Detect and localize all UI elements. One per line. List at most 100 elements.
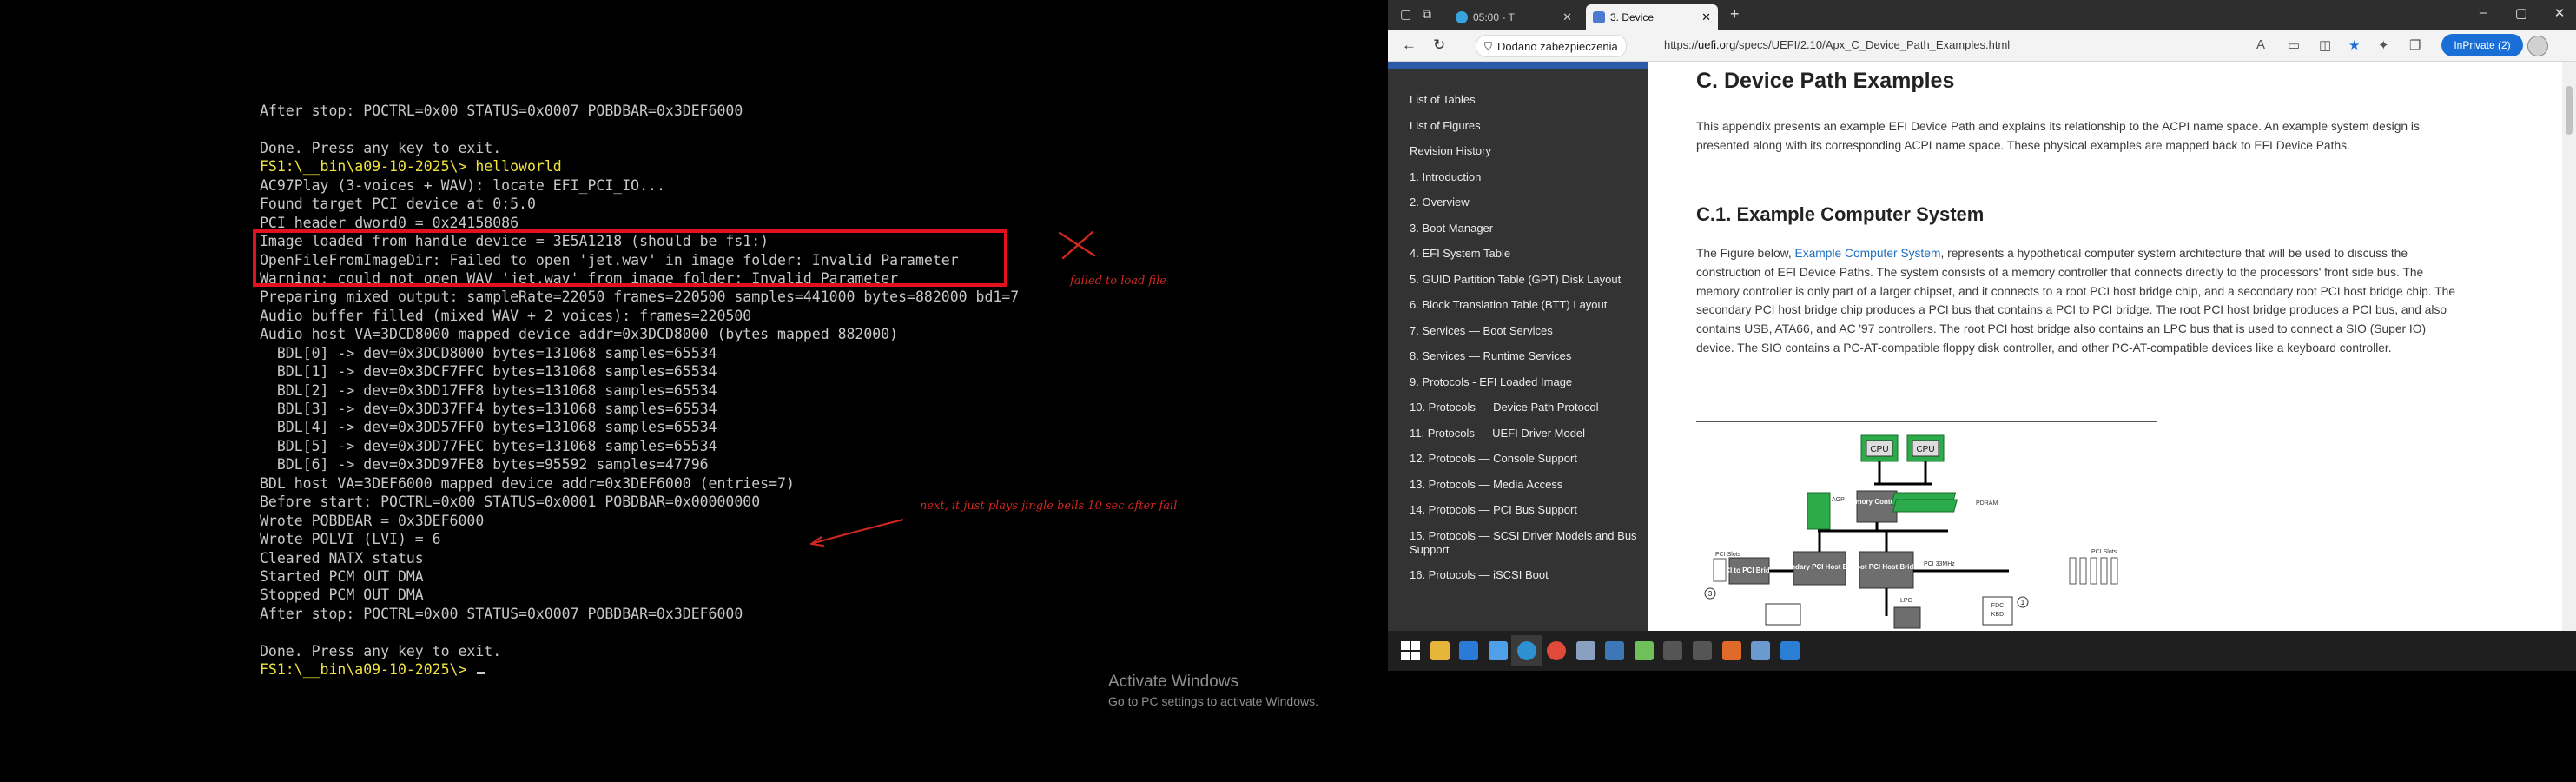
chrome-icon[interactable] — [1541, 635, 1572, 666]
terminal-line: BDL[6] -> dev=0x3DD97FE8 bytes=95592 sam… — [260, 456, 709, 474]
body-paragraph: The Figure below, Example Computer Syste… — [1696, 244, 2460, 358]
toc-item[interactable]: 12. Protocols — Console Support — [1410, 452, 1640, 466]
refresh-icon[interactable]: ↻ — [1433, 36, 1445, 54]
toc-item[interactable]: 16. Protocols — iSCSI Boot — [1410, 568, 1640, 582]
minimize-icon[interactable]: – — [2470, 5, 2496, 20]
close-tab-icon[interactable]: ✕ — [1562, 10, 1572, 24]
security-indicator[interactable]: ⛉ Dodano zabezpieczenia — [1476, 35, 1627, 57]
edge-browser-window: ▢ ⧉ 05:00 - T ✕ 3. Device ✕ + – ▢ ✕ ← ↻ … — [1388, 0, 2576, 631]
immersive-reader-icon[interactable]: ▭ — [2288, 37, 2300, 53]
activate-windows-watermark: Activate Windows Go to PC settings to ac… — [1108, 672, 1318, 710]
toc-item[interactable]: 15. Protocols — SCSI Driver Models and B… — [1410, 529, 1640, 557]
maximize-icon[interactable]: ▢ — [2508, 5, 2534, 21]
image-editor-icon[interactable] — [1628, 635, 1660, 666]
root-bridge-label: Root PCI Host Bridge — [1851, 563, 1922, 571]
section-title: C.1. Example Computer System — [1696, 203, 1985, 225]
toc-item[interactable]: 7. Services — Boot Services — [1410, 324, 1640, 338]
scrollbar-thumb[interactable] — [2566, 86, 2573, 135]
toc-item[interactable]: 5. GUID Partition Table (GPT) Disk Layou… — [1410, 273, 1640, 287]
tab-favicon-icon — [1593, 10, 1605, 23]
terminal-line: Preparing mixed output: sampleRate=22050… — [260, 288, 1020, 306]
read-aloud-icon[interactable]: A — [2256, 37, 2265, 52]
tab-favicon-icon — [1456, 10, 1468, 23]
red-arrow-icon — [810, 519, 904, 547]
back-icon[interactable]: ← — [1402, 36, 1417, 54]
terminal-line: Done. Press any key to exit. — [260, 139, 502, 156]
tab-bar: ▢ ⧉ 05:00 - T ✕ 3. Device ✕ + – ▢ ✕ — [1388, 0, 2576, 30]
terminal-icon-2[interactable] — [1687, 635, 1718, 666]
split-screen-icon[interactable]: ◫ — [2319, 37, 2331, 53]
activate-subtitle: Go to PC settings to activate Windows. — [1108, 694, 1318, 708]
toc-item[interactable]: List of Figures — [1410, 119, 1640, 133]
blue-book-icon[interactable] — [1745, 635, 1776, 666]
body-text-end: , represents a hypothetical computer sys… — [1696, 247, 2456, 355]
close-tab-icon[interactable]: ✕ — [1701, 10, 1711, 24]
tab-actions-icon[interactable]: ▢ — [1400, 7, 1411, 22]
toc-item[interactable]: 14. Protocols — PCI Bus Support — [1410, 503, 1640, 517]
callout-1: 1 — [2021, 599, 2025, 606]
toc-item[interactable]: 10. Protocols — Device Path Protocol — [1410, 401, 1640, 414]
url-field[interactable]: https://uefi.org/specs/UEFI/2.10/Apx_C_D… — [1664, 38, 2010, 51]
toc-item[interactable]: 6. Block Translation Table (BTT) Layout — [1410, 298, 1640, 312]
toc-item[interactable]: 9. Protocols - EFI Loaded Image — [1410, 375, 1640, 389]
app-search-icon[interactable] — [1483, 635, 1514, 666]
file-explorer-icon[interactable] — [1424, 635, 1456, 666]
toc-item[interactable]: 13. Protocols — Media Access — [1410, 478, 1640, 492]
figure-link[interactable]: Example Computer System — [1795, 247, 1941, 260]
terminal-line: BDL host VA=3DEF6000 mapped device addr=… — [260, 474, 795, 492]
terminal-line: Started PCM OUT DMA — [260, 567, 424, 585]
toc-item[interactable]: List of Tables — [1410, 93, 1640, 107]
favorite-star-icon[interactable]: ★ — [2348, 37, 2360, 53]
activate-title: Activate Windows — [1108, 673, 1238, 691]
pdram-label: PDRAM — [1976, 500, 1998, 507]
terminal-output: After stop: POCTRL=0x00 STATUS=0x0007 PO… — [260, 102, 1019, 679]
toc-item[interactable]: 4. EFI System Table — [1410, 247, 1640, 261]
page-scrollbar[interactable] — [2562, 62, 2576, 631]
terminal-line: FS1:\__bin\a09-10-2025\> — [260, 660, 1019, 679]
terminal-line: BDL[2] -> dev=0x3DD17FF8 bytes=131068 sa… — [260, 381, 717, 399]
toc-item[interactable]: 11. Protocols — UEFI Driver Model — [1410, 427, 1640, 441]
sidebar-accent-strip — [1388, 62, 1648, 69]
vscode-icon[interactable] — [1774, 635, 1806, 666]
tab-inactive[interactable]: 05:00 - T ✕ — [1449, 4, 1579, 30]
close-window-icon[interactable]: ✕ — [2546, 5, 2573, 21]
second-monitor: ▢ ⧉ 05:00 - T ✕ 3. Device ✕ + – ▢ ✕ ← ↻ … — [1388, 0, 2576, 782]
start-icon[interactable] — [1395, 635, 1426, 666]
toc-item[interactable]: 2. Overview — [1410, 196, 1640, 209]
collections-icon[interactable]: ❐ — [2409, 37, 2421, 53]
edge-icon[interactable] — [1511, 635, 1543, 666]
app-blue-icon[interactable] — [1453, 635, 1484, 666]
workspace-icon[interactable]: ⧉ — [1423, 7, 1431, 22]
toc-item[interactable]: 8. Services — Runtime Services — [1410, 349, 1640, 363]
lpc-label: LPC — [1900, 598, 1912, 604]
terminal-line: Done. Press any key to exit. — [260, 642, 502, 659]
python-icon[interactable] — [1599, 635, 1630, 666]
inprivate-badge[interactable]: InPrivate (2) — [2441, 34, 2523, 56]
tab-label: 3. Device — [1610, 10, 1655, 23]
toc-item[interactable]: 3. Boot Manager — [1410, 222, 1640, 235]
uefi-shell-screen: After stop: POCTRL=0x00 STATUS=0x0007 PO… — [0, 0, 1388, 782]
pci-slots-right-label: PCI Slots — [2091, 549, 2117, 555]
orange-app-icon[interactable] — [1716, 635, 1747, 666]
cpu-1-label: CPU — [1870, 445, 1888, 454]
tab-active[interactable]: 3. Device ✕ — [1586, 4, 1718, 30]
pci-slots-left-label: PCI Slots — [1715, 552, 1741, 558]
shield-icon: ⛉ — [1484, 39, 1493, 52]
network-icon[interactable] — [1570, 635, 1602, 666]
toc-item[interactable]: 1. Introduction — [1410, 170, 1640, 184]
extensions-icon[interactable]: ✦ — [2378, 37, 2389, 53]
profile-avatar[interactable] — [2527, 36, 2548, 56]
new-tab-icon[interactable]: + — [1730, 5, 1740, 23]
red-x-mark-icon — [1058, 230, 1096, 260]
terminal-icon[interactable] — [1657, 635, 1688, 666]
terminal-line: Found target PCI device at 0:5.0 — [260, 196, 536, 213]
terminal-line: After stop: POCTRL=0x00 STATUS=0x0007 PO… — [260, 103, 743, 119]
callout-3: 3 — [1708, 590, 1713, 598]
terminal-line: Audio host VA=3DCD8000 mapped device add… — [260, 326, 899, 343]
terminal-line: BDL[5] -> dev=0x3DD77FEC bytes=131068 sa… — [260, 437, 717, 454]
failed-note: failed to load file — [1070, 275, 1166, 288]
terminal-line: AC97Play (3-voices + WAV): locate EFI_PC… — [260, 176, 665, 194]
toc-item[interactable]: Revision History — [1410, 144, 1640, 158]
